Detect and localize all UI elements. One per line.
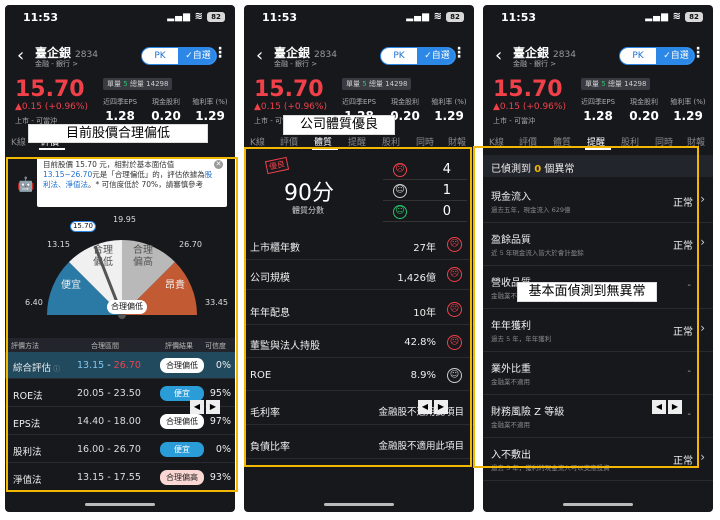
price-change: ▲0.15 (+0.96%): [493, 102, 566, 112]
metric-dividend: 現金股利 0.20: [629, 98, 659, 123]
more-icon[interactable]: ⋮: [691, 45, 705, 61]
caption-valuation: 目前股價合理偏低: [28, 124, 208, 143]
more-icon[interactable]: ⋮: [452, 45, 466, 61]
metric-yield: 殖利率 (%) 1.29: [431, 98, 467, 123]
battery-icon: 82: [446, 12, 464, 22]
chevron-right-icon: ›: [700, 192, 705, 206]
caption-anomaly: 基本面偵測到無異常: [517, 282, 657, 302]
stock-price: 15.70: [254, 77, 324, 102]
signal-icon: ▂▄▆: [645, 12, 669, 22]
price-change: ▲0.15 (+0.96%): [15, 102, 88, 112]
sector-link[interactable]: 金融 - 銀行 >: [274, 59, 317, 69]
stock-header: ‹ 臺企銀 2834 金融 - 銀行 > PK ✓自選 ⋮: [252, 43, 468, 71]
next-arrow-icon[interactable]: ▶: [206, 400, 220, 414]
stock-header: ‹ 臺企銀 2834 金融 - 銀行 > PK ✓自選 ⋮: [491, 43, 707, 71]
prev-arrow-icon[interactable]: ◀: [652, 400, 666, 414]
pk-watch-toggle[interactable]: PK ✓自選: [141, 47, 217, 65]
volume-badge: 單量 5 總量 14298: [581, 78, 651, 90]
tab-underline: [39, 148, 65, 150]
more-icon[interactable]: ⋮: [213, 45, 227, 61]
highlight-frame: [6, 157, 238, 492]
metric-eps: 近四季EPS1.28: [580, 98, 616, 123]
carousel-arrows[interactable]: ◀ ▶: [190, 394, 222, 414]
stock-code: 2834: [75, 50, 98, 60]
home-indicator: [563, 503, 633, 506]
metric-yield: 殖利率 (%) 1.29: [670, 98, 706, 123]
pk-watch-toggle[interactable]: PK ✓自選: [380, 47, 456, 65]
highlight-frame: [473, 146, 699, 468]
back-icon[interactable]: ‹: [495, 45, 502, 66]
signal-icon: ▂▄▆: [167, 12, 191, 22]
signal-icon: ▂▄▆: [406, 12, 430, 22]
carousel-arrows[interactable]: ◀ ▶: [652, 394, 684, 414]
chevron-right-icon: ›: [700, 321, 705, 335]
prev-arrow-icon[interactable]: ◀: [418, 400, 432, 414]
battery-icon: 82: [207, 12, 225, 22]
highlight-frame: [244, 147, 472, 467]
next-arrow-icon[interactable]: ▶: [668, 400, 682, 414]
price-change: ▲0.15 (+0.96%): [254, 102, 327, 112]
metric-dividend: 現金股利 0.20: [151, 98, 181, 123]
sector-link[interactable]: 金融 - 銀行 >: [35, 59, 78, 69]
wifi-icon: ≋: [433, 11, 442, 22]
wifi-icon: ≋: [194, 11, 203, 22]
battery-icon: 82: [685, 12, 703, 22]
next-arrow-icon[interactable]: ▶: [434, 400, 448, 414]
status-bar: 11:53 ▂▄▆ ≋ 82: [501, 11, 703, 27]
metric-eps: 近四季EPS1.28: [102, 98, 138, 123]
volume-badge: 單量 5 總量 14298: [103, 78, 173, 90]
home-indicator: [85, 503, 155, 506]
chevron-right-icon: ›: [700, 450, 705, 464]
status-bar: 11:53 ▂▄▆ ≋ 82: [262, 11, 464, 27]
stock-header: ‹ 臺企銀 2834 金融 - 銀行 > PK ✓自選 ⋮: [13, 43, 229, 71]
prev-arrow-icon[interactable]: ◀: [190, 400, 204, 414]
pk-watch-toggle[interactable]: PK ✓自選: [619, 47, 695, 65]
tab-kline[interactable]: K線: [11, 135, 26, 148]
volume-badge: 單量 5 總量 14298: [342, 78, 412, 90]
carousel-arrows[interactable]: ◀ ▶: [418, 394, 450, 414]
sector-link[interactable]: 金融 - 銀行 >: [513, 59, 556, 69]
stock-price: 15.70: [493, 77, 563, 102]
status-time: 11:53: [23, 11, 59, 24]
tradable-label: 上市 - 可當沖: [493, 117, 535, 125]
back-icon[interactable]: ‹: [256, 45, 263, 66]
watchlist-button[interactable]: ✓自選: [178, 48, 216, 64]
caption-health: 公司體質優良: [283, 115, 395, 135]
status-bar: 11:53 ▂▄▆ ≋ 82: [23, 11, 225, 27]
back-icon[interactable]: ‹: [17, 45, 24, 66]
metric-yield: 殖利率 (%) 1.29: [192, 98, 228, 123]
wifi-icon: ≋: [672, 11, 681, 22]
stock-price: 15.70: [15, 77, 85, 102]
chevron-right-icon: ›: [700, 235, 705, 249]
home-indicator: [324, 503, 394, 506]
pk-button[interactable]: PK: [142, 48, 178, 64]
